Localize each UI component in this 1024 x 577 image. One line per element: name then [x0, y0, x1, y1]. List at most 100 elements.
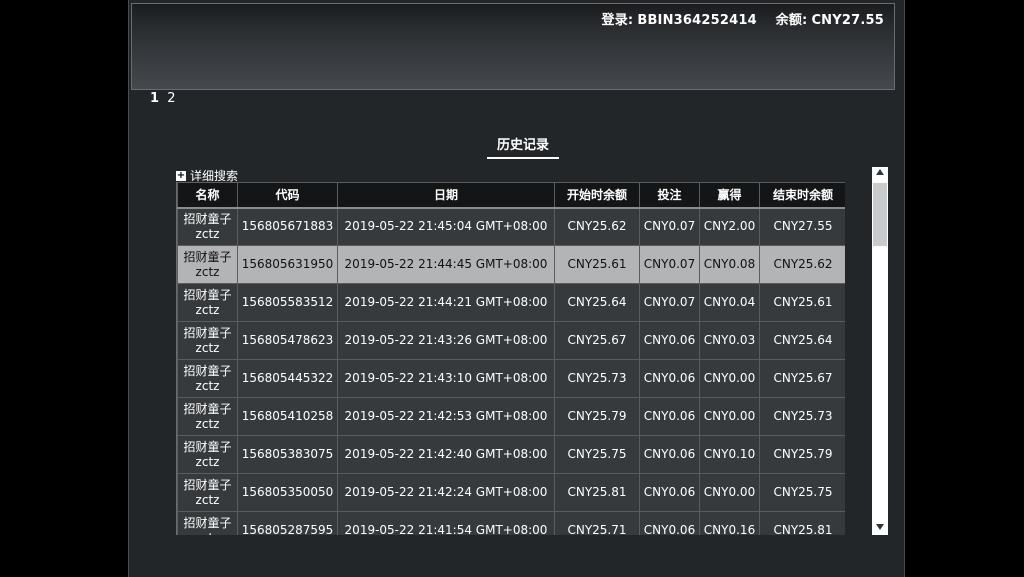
login-label: 登录: [601, 13, 634, 28]
game-name: 招财童子 [183, 287, 232, 302]
column-header-bet: 投注 [639, 182, 700, 209]
cell-bet: CNY0.06 [639, 511, 700, 535]
cell-bet: CNY0.06 [639, 397, 700, 436]
plus-box-icon[interactable]: + [176, 170, 186, 181]
cell-end-balance: CNY25.67 [759, 359, 845, 398]
table-header-row: 名称 代码 日期 开始时余额 投注 赢得 结束时余额 [177, 182, 845, 209]
game-id: zctz [195, 454, 220, 469]
column-header-end-balance: 结束时余额 [759, 182, 845, 209]
table-row[interactable]: 招财童子 zctz 156805350050 2019-05-22 21:42:24 … [177, 473, 845, 512]
page-2-link[interactable]: 2 [167, 91, 175, 106]
cell-date: 2019-05-22 21:42:24 GMT+08:00 [337, 473, 555, 512]
game-name: 招财童子 [183, 515, 232, 530]
cell-code: 156805478623 [237, 321, 338, 360]
cell-win: CNY2.00 [699, 207, 760, 246]
cell-bet: CNY0.07 [639, 283, 700, 322]
table-row[interactable]: 招财童子 zctz 156805445322 2019-05-22 21:43:10 … [177, 359, 845, 398]
game-name: 招财童子 [183, 363, 232, 378]
cell-date: 2019-05-22 21:43:10 GMT+08:00 [337, 359, 555, 398]
cell-start-balance: CNY25.62 [554, 207, 640, 246]
cell-date: 2019-05-22 21:44:45 GMT+08:00 [337, 245, 555, 284]
table-row[interactable]: 招财童子 zctz 156805478623 2019-05-22 21:43:26 … [177, 321, 845, 360]
column-header-start-balance: 开始时余额 [554, 182, 640, 209]
cell-date: 2019-05-22 21:41:54 GMT+08:00 [337, 511, 555, 535]
cell-code: 156805383075 [237, 435, 338, 474]
triangle-down-icon[interactable] [876, 524, 884, 530]
game-id: zctz [195, 378, 220, 393]
game-name: 招财童子 [183, 249, 232, 264]
cell-end-balance: CNY25.61 [759, 283, 845, 322]
cell-win: CNY0.04 [699, 283, 760, 322]
cell-code: 156805350050 [237, 473, 338, 512]
cell-date: 2019-05-22 21:42:53 GMT+08:00 [337, 397, 555, 436]
cell-end-balance: CNY25.81 [759, 511, 845, 535]
game-name: 招财童子 [183, 477, 232, 492]
cell-bet: CNY0.07 [639, 207, 700, 246]
cell-name: 招财童子zctz [177, 473, 238, 512]
account-info: 登录: BBIN364252414 余额: CNY27.55 [598, 9, 884, 28]
cell-end-balance: CNY25.79 [759, 435, 845, 474]
pagination: 1 2 [150, 91, 179, 106]
cell-win: CNY0.00 [699, 359, 760, 398]
cell-bet: CNY0.06 [639, 359, 700, 398]
game-id: zctz [195, 416, 220, 431]
table-row[interactable]: 招财童子 zctz 156805583512 2019-05-22 21:44:21 … [177, 283, 845, 322]
scrollbar-thumb[interactable] [873, 183, 887, 246]
game-id: zctz [195, 302, 220, 317]
cell-name: 招财童子zctz [177, 283, 238, 322]
cell-bet: CNY0.06 [639, 473, 700, 512]
table-row[interactable]: 招财童子 zctz 156805631950 2019-05-22 21:44:45 … [177, 245, 845, 284]
cell-start-balance: CNY25.71 [554, 511, 640, 535]
cell-bet: CNY0.06 [639, 435, 700, 474]
cell-name: 招财童子zctz [177, 359, 238, 398]
table-row[interactable]: 招财童子 zctz 156805410258 2019-05-22 21:42:53 … [177, 397, 845, 436]
history-table: 名称 代码 日期 开始时余额 投注 赢得 结束时余额 招财童子 zctz 15680… [177, 182, 845, 535]
table-row[interactable]: 招财童子 zctz 156805383075 2019-05-22 21:42:40 … [177, 435, 845, 474]
cell-end-balance: CNY25.75 [759, 473, 845, 512]
cell-win: CNY0.00 [699, 473, 760, 512]
vertical-scrollbar[interactable] [872, 167, 888, 535]
cell-end-balance: CNY25.62 [759, 245, 845, 284]
cell-start-balance: CNY25.61 [554, 245, 640, 284]
column-header-code: 代码 [237, 182, 338, 209]
game-id: zctz [195, 264, 220, 279]
cell-start-balance: CNY25.73 [554, 359, 640, 398]
cell-name: 招财童子zctz [177, 321, 238, 360]
cell-name: 招财童子zctz [177, 511, 238, 536]
account-header: 登录: BBIN364252414 余额: CNY27.55 [131, 3, 895, 90]
triangle-up-icon[interactable] [876, 169, 884, 175]
cell-end-balance: CNY25.64 [759, 321, 845, 360]
column-header-name: 名称 [177, 182, 238, 209]
cell-code: 156805671883 [237, 207, 338, 246]
game-history-window: 登录: BBIN364252414 余额: CNY27.55 1 2 历史记录 + … [128, 0, 905, 577]
column-header-date: 日期 [337, 182, 555, 209]
table-row[interactable]: 招财童子 zctz 156805671883 2019-05-22 21:45:04 … [177, 207, 845, 246]
column-header-win: 赢得 [699, 182, 760, 209]
balance-label: 余额: [775, 13, 808, 28]
cell-date: 2019-05-22 21:44:21 GMT+08:00 [337, 283, 555, 322]
cell-code: 156805583512 [237, 283, 338, 322]
cell-win: CNY0.08 [699, 245, 760, 284]
cell-end-balance: CNY25.73 [759, 397, 845, 436]
cell-start-balance: CNY25.64 [554, 283, 640, 322]
game-id: zctz [195, 492, 220, 507]
game-name: 招财童子 [183, 325, 232, 340]
cell-name: 招财童子zctz [177, 245, 238, 284]
cell-code: 156805287595 [237, 511, 338, 535]
cell-win: CNY0.00 [699, 397, 760, 436]
cell-start-balance: CNY25.67 [554, 321, 640, 360]
balance-value: CNY27.55 [811, 13, 884, 28]
game-id: zctz [195, 226, 220, 241]
cell-code: 156805410258 [237, 397, 338, 436]
cell-win: CNY0.03 [699, 321, 760, 360]
game-name: 招财童子 [183, 401, 232, 416]
cell-start-balance: CNY25.81 [554, 473, 640, 512]
game-name: 招财童子 [183, 211, 232, 226]
cell-start-balance: CNY25.79 [554, 397, 640, 436]
cell-bet: CNY0.07 [639, 245, 700, 284]
game-id: zctz [178, 531, 237, 536]
cell-name: 招财童子zctz [177, 435, 238, 474]
page-1-link[interactable]: 1 [150, 91, 159, 106]
table-row[interactable]: 招财童子zctz1568052875952019-05-22 21:41:54 … [177, 511, 845, 536]
cell-date: 2019-05-22 21:45:04 GMT+08:00 [337, 207, 555, 246]
